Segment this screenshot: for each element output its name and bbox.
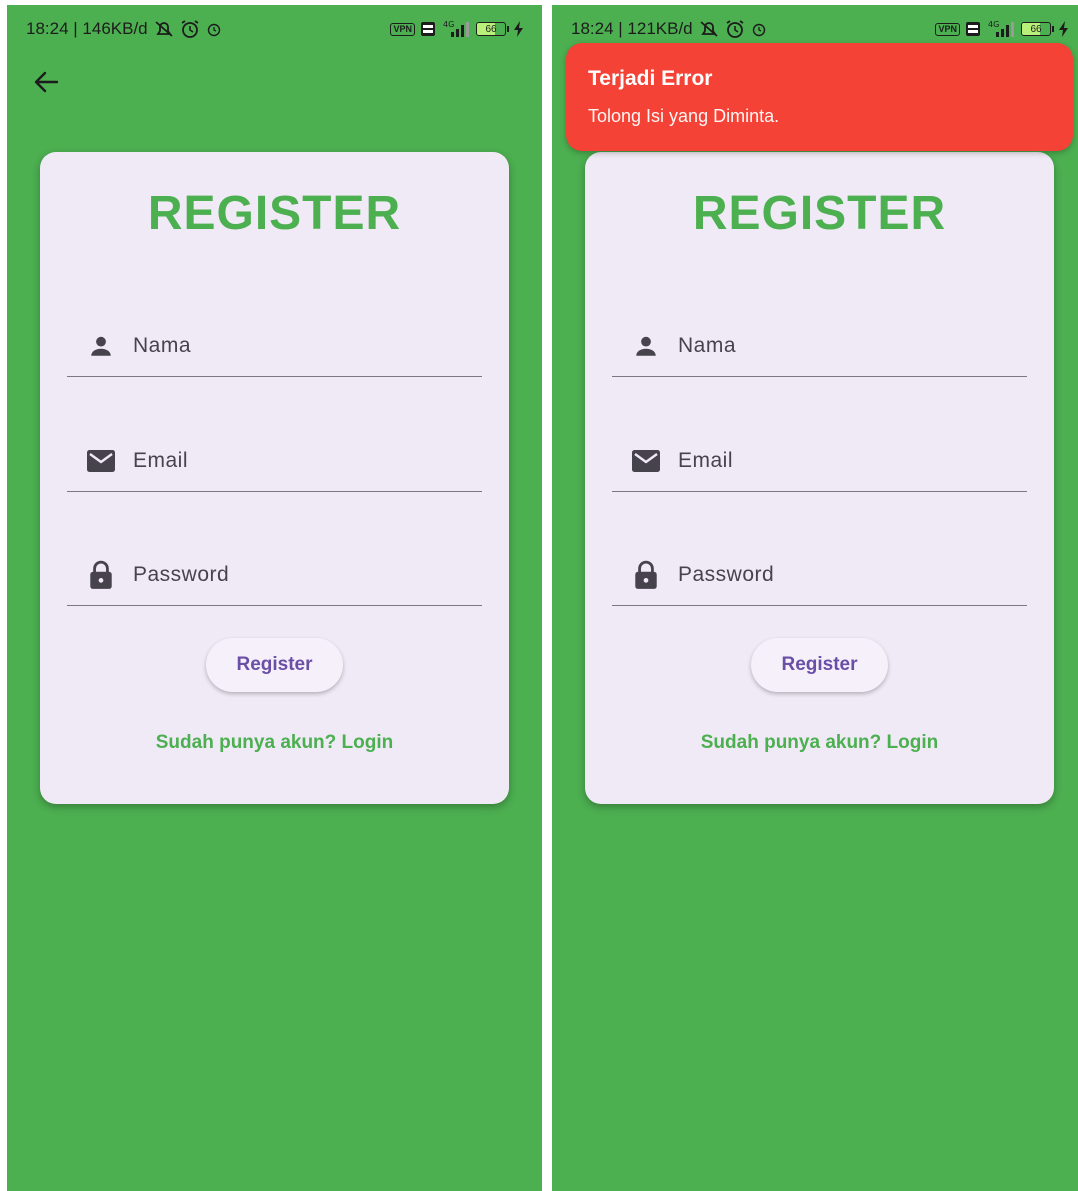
password-placeholder: Password — [133, 563, 230, 586]
password-field[interactable]: Password — [67, 545, 482, 606]
status-time-speed: 18:24 | 121KB/d — [571, 19, 693, 38]
register-screen-left: 18:24 | 146KB/d VPN 4G 66 REGISTER Nama … — [7, 5, 542, 1191]
back-button[interactable] — [29, 65, 63, 99]
register-button[interactable]: Register — [206, 638, 343, 692]
error-message: Tolong Isi yang Diminta. — [588, 106, 780, 126]
vpn-badge: VPN — [935, 22, 960, 36]
mail-icon — [630, 445, 662, 477]
mute-vibrate-icon — [699, 20, 719, 38]
email-placeholder: Email — [133, 449, 189, 472]
email-field[interactable]: Email — [67, 431, 482, 492]
register-card: REGISTER Nama Email Password Register Su… — [585, 152, 1054, 804]
email-field[interactable]: Email — [612, 431, 1027, 492]
person-icon — [630, 330, 662, 362]
name-field[interactable]: Nama — [612, 316, 1027, 377]
svg-text:4G: 4G — [988, 20, 999, 29]
signal-icon: 4G — [986, 20, 1016, 38]
page-title: REGISTER — [692, 187, 947, 240]
svg-text:4G: 4G — [443, 20, 454, 29]
status-bar: 18:24 | 146KB/d VPN 4G 66 — [7, 5, 542, 53]
password-placeholder: Password — [678, 563, 775, 586]
password-field[interactable]: Password — [612, 545, 1027, 606]
vpn-badge: VPN — [390, 22, 415, 36]
signal-icon: 4G — [441, 20, 471, 38]
battery-level: 66 — [1030, 23, 1042, 35]
name-field[interactable]: Nama — [67, 316, 482, 377]
mute-vibrate-icon — [154, 20, 174, 38]
charging-icon — [1059, 21, 1069, 37]
register-button[interactable]: Register — [751, 638, 888, 692]
alarm-icon — [180, 19, 200, 39]
name-placeholder: Nama — [133, 334, 192, 357]
charging-icon — [514, 21, 524, 37]
lock-icon — [85, 559, 117, 591]
battery-icon: 66 — [476, 22, 509, 36]
error-title: Terjadi Error — [588, 67, 713, 90]
alarm-clock-icon — [206, 21, 222, 37]
alarm-clock-icon — [751, 21, 767, 37]
lock-icon — [630, 559, 662, 591]
volte-icon — [965, 21, 981, 37]
volte-icon — [420, 21, 436, 37]
status-time-speed: 18:24 | 146KB/d — [26, 19, 148, 38]
login-link[interactable]: Sudah punya akun? Login — [40, 732, 509, 754]
name-placeholder: Nama — [678, 334, 737, 357]
email-placeholder: Email — [678, 449, 734, 472]
page-title: REGISTER — [147, 187, 402, 240]
arrow-left-icon — [34, 71, 59, 93]
register-card: REGISTER Nama Email Password Register Su… — [40, 152, 509, 804]
register-screen-right: 18:24 | 121KB/d VPN 4G 66 Terjadi Error … — [552, 5, 1078, 1191]
alarm-icon — [725, 19, 745, 39]
error-toast[interactable]: Terjadi Error Tolong Isi yang Diminta. — [566, 43, 1073, 151]
battery-level: 66 — [485, 23, 497, 35]
person-icon — [85, 330, 117, 362]
battery-icon: 66 — [1021, 22, 1054, 36]
mail-icon — [85, 445, 117, 477]
login-link[interactable]: Sudah punya akun? Login — [585, 732, 1054, 754]
